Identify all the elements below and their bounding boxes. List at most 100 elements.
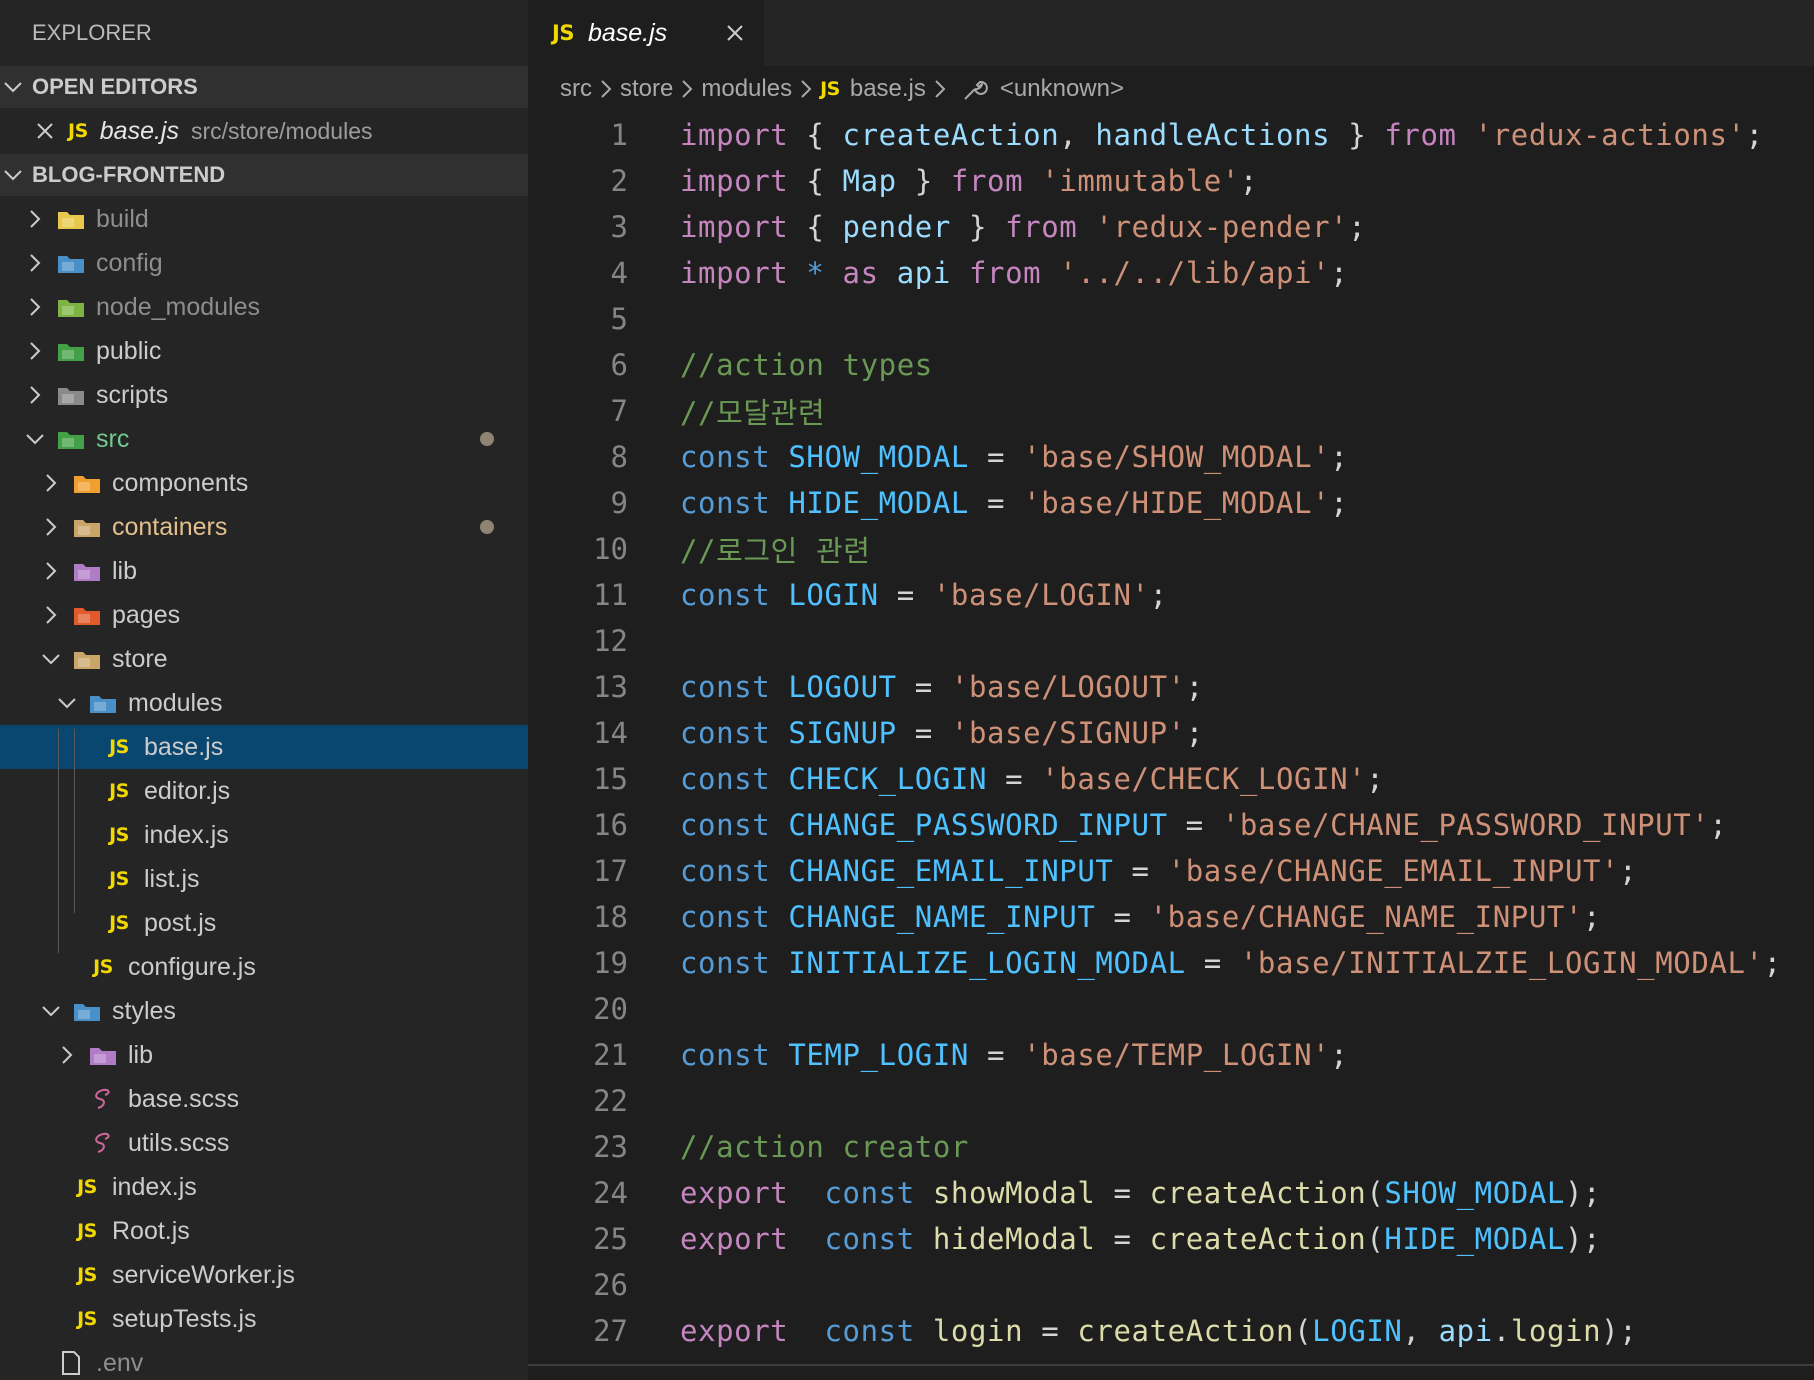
tree-item-label: base.js (144, 732, 224, 761)
modified-dot-icon (480, 520, 494, 534)
code-text: //로그인 관련 (680, 534, 871, 568)
js-badge: JS (109, 736, 129, 758)
code-text: const CHANGE_EMAIL_INPUT = 'base/CHANGE_… (680, 854, 1638, 888)
code-line[interactable]: 27 export const login = createAction(LOGI… (528, 1308, 1814, 1354)
folder-icon (56, 207, 86, 231)
code-line[interactable]: 16 const CHANGE_PASSWORD_INPUT = 'base/CH… (528, 802, 1814, 848)
js-badge: JS (77, 1264, 97, 1286)
tree-item-label: list.js (144, 864, 200, 893)
js-file-icon: JS (72, 1307, 102, 1331)
code-text: export const login = createAction(LOGIN,… (680, 1314, 1638, 1348)
folder-pages[interactable]: pages (0, 593, 528, 637)
chevron-right-icon (934, 79, 946, 99)
file-serviceworker-js[interactable]: JS serviceWorker.js (0, 1253, 528, 1297)
folder-containers[interactable]: containers (0, 505, 528, 549)
chevron-right-icon (681, 79, 693, 99)
folder-public[interactable]: public (0, 329, 528, 373)
chevron-right-icon (56, 1044, 78, 1066)
file-icon (56, 1351, 86, 1375)
code-line[interactable]: 14 const SIGNUP = 'base/SIGNUP'; (528, 710, 1814, 756)
file-root-js[interactable]: JS Root.js (0, 1209, 528, 1253)
tree-item-label: node_modules (96, 292, 261, 321)
code-line[interactable]: 2 import { Map } from 'immutable'; (528, 158, 1814, 204)
chevron-right-icon (40, 560, 62, 582)
explorer-title: EXPLORER (32, 20, 152, 45)
code-line[interactable]: 21 const TEMP_LOGIN = 'base/TEMP_LOGIN'; (528, 1032, 1814, 1078)
file-post-js[interactable]: JS post.js (0, 901, 528, 945)
code-line[interactable]: 9 const HIDE_MODAL = 'base/HIDE_MODAL'; (528, 480, 1814, 526)
chevron-down-icon (40, 1000, 62, 1022)
code-line[interactable]: 1 import { createAction, handleActions } … (528, 112, 1814, 158)
code-line[interactable]: 26 (528, 1262, 1814, 1308)
js-file-icon: JS (72, 1263, 102, 1287)
file-setuptests-js[interactable]: JS setupTests.js (0, 1297, 528, 1341)
open-editor-item[interactable]: JS base.js src/store/modules (0, 108, 528, 154)
breadcrumb-item[interactable]: <unknown> (1000, 75, 1124, 103)
open-editors-header[interactable]: OPEN EDITORS (0, 66, 528, 108)
code-line[interactable]: 18 const CHANGE_NAME_INPUT = 'base/CHANGE… (528, 894, 1814, 940)
file-editor-js[interactable]: JS editor.js (0, 769, 528, 813)
file-env[interactable]: .env (0, 1341, 528, 1380)
code-line[interactable]: 25 export const hideModal = createAction(… (528, 1216, 1814, 1262)
chevron-down-icon (56, 692, 78, 714)
folder-modules[interactable]: modules (0, 681, 528, 725)
breadcrumb-item[interactable]: src (560, 75, 592, 103)
folder-config[interactable]: config (0, 241, 528, 285)
folder-components[interactable]: components (0, 461, 528, 505)
code-text: import { pender } from 'redux-pender'; (680, 210, 1367, 244)
tab-base-js[interactable]: JS base.js (528, 0, 764, 66)
horizontal-scrollbar[interactable] (528, 1364, 1814, 1366)
breadcrumb-item[interactable]: modules (701, 75, 792, 103)
line-number: 19 (593, 946, 628, 980)
folder-node-modules[interactable]: node_modules (0, 285, 528, 329)
code-line[interactable]: 3 import { pender } from 'redux-pender'; (528, 204, 1814, 250)
code-line[interactable]: 24 export const showModal = createAction(… (528, 1170, 1814, 1216)
line-number: 11 (593, 578, 628, 612)
code-line[interactable]: 7 //모달관련 (528, 388, 1814, 434)
code-line[interactable]: 5 (528, 296, 1814, 342)
project-header[interactable]: BLOG-FRONTEND (0, 154, 528, 196)
code-line[interactable]: 8 const SHOW_MODAL = 'base/SHOW_MODAL'; (528, 434, 1814, 480)
code-line[interactable]: 10 //로그인 관련 (528, 526, 1814, 572)
line-number: 17 (593, 854, 628, 888)
file-index-js-root[interactable]: JS index.js (0, 1165, 528, 1209)
file-base-scss[interactable]: base.scss (0, 1077, 528, 1121)
folder-icon (56, 383, 86, 407)
code-line[interactable]: 4 import * as api from '../../lib/api'; (528, 250, 1814, 296)
file-list-js[interactable]: JS list.js (0, 857, 528, 901)
file-configure-js[interactable]: JS configure.js (0, 945, 528, 989)
breadcrumb-item[interactable]: base.js (850, 75, 926, 103)
modified-dot-icon (480, 432, 494, 446)
code-line[interactable]: 12 (528, 618, 1814, 664)
code-line[interactable]: 20 (528, 986, 1814, 1032)
tree-item-label: index.js (144, 820, 229, 849)
code-line[interactable]: 6 //action types (528, 342, 1814, 388)
tree-item-label: lib (128, 1040, 154, 1069)
folder-src[interactable]: src (0, 417, 528, 461)
folder-scripts[interactable]: scripts (0, 373, 528, 417)
folder-lib[interactable]: lib (0, 549, 528, 593)
tree-item-label: index.js (112, 1172, 197, 1201)
line-number: 2 (610, 164, 628, 198)
folder-build[interactable]: build (0, 197, 528, 241)
folder-styles[interactable]: styles (0, 989, 528, 1033)
file-utils-scss[interactable]: utils.scss (0, 1121, 528, 1165)
tree-item-label: configure.js (128, 952, 256, 981)
file-base-js[interactable]: JS base.js (0, 725, 528, 769)
code-line[interactable]: 13 const LOGOUT = 'base/LOGOUT'; (528, 664, 1814, 710)
js-file-icon: JS (104, 779, 134, 803)
code-text: export const showModal = createAction(SH… (680, 1176, 1602, 1210)
folder-store[interactable]: store (0, 637, 528, 681)
close-icon[interactable] (724, 22, 746, 44)
folder-styles-lib[interactable]: lib (0, 1033, 528, 1077)
code-line[interactable]: 17 const CHANGE_EMAIL_INPUT = 'base/CHANG… (528, 848, 1814, 894)
code-line[interactable]: 22 (528, 1078, 1814, 1124)
code-line[interactable]: 15 const CHECK_LOGIN = 'base/CHECK_LOGIN'… (528, 756, 1814, 802)
code-line[interactable]: 11 const LOGIN = 'base/LOGIN'; (528, 572, 1814, 618)
code-line[interactable]: 19 const INITIALIZE_LOGIN_MODAL = 'base/I… (528, 940, 1814, 986)
chevron-down-icon (40, 648, 62, 670)
breadcrumb-item[interactable]: store (620, 75, 673, 103)
file-index-js[interactable]: JS index.js (0, 813, 528, 857)
close-icon[interactable] (34, 120, 56, 142)
code-line[interactable]: 23 //action creator (528, 1124, 1814, 1170)
